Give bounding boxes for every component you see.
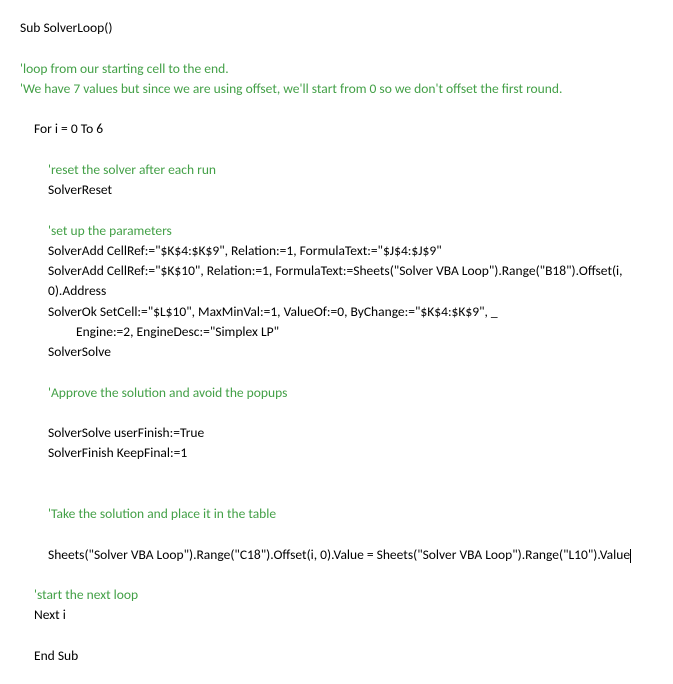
code-statement: Sheets("Solver VBA Loop").Range("C18").O… xyxy=(20,545,653,565)
code-statement: SolverOk SetCell:="$L$10", MaxMinVal:=1,… xyxy=(20,302,653,322)
blank-line xyxy=(20,38,653,58)
code-statement: SolverAdd CellRef:="$K$4:$K$9", Relation… xyxy=(20,241,653,261)
blank-line xyxy=(20,140,653,160)
blank-line xyxy=(20,626,653,646)
code-comment: 'We have 7 values but since we are using… xyxy=(20,79,653,99)
code-statement: SolverReset xyxy=(20,180,653,200)
code-statement: Sub SolverLoop() xyxy=(20,18,653,38)
blank-line xyxy=(20,484,653,504)
code-comment: 'set up the parameters xyxy=(20,221,653,241)
code-statement: For i = 0 To 6 xyxy=(20,119,653,139)
code-statement: SolverFinish KeepFinal:=1 xyxy=(20,443,653,463)
blank-line xyxy=(20,524,653,544)
code-statement: Next i xyxy=(20,605,653,625)
blank-line xyxy=(20,99,653,119)
code-comment: 'Approve the solution and avoid the popu… xyxy=(20,383,653,403)
vba-code-block: Sub SolverLoop() 'loop from our starting … xyxy=(20,18,653,666)
code-statement: SolverSolve userFinish:=True xyxy=(20,423,653,443)
code-comment: 'Take the solution and place it in the t… xyxy=(20,504,653,524)
blank-line xyxy=(20,403,653,423)
code-statement: End Sub xyxy=(20,646,653,666)
code-comment: 'loop from our starting cell to the end. xyxy=(20,59,653,79)
code-comment: 'reset the solver after each run xyxy=(20,160,653,180)
code-statement: SolverAdd CellRef:="$K$10", Relation:=1,… xyxy=(20,261,653,302)
text-cursor xyxy=(630,549,631,563)
blank-line xyxy=(20,464,653,484)
code-statement: Engine:=2, EngineDesc:="Simplex LP" xyxy=(20,322,653,342)
code-comment: 'start the next loop xyxy=(20,585,653,605)
blank-line xyxy=(20,565,653,585)
code-statement: SolverSolve xyxy=(20,342,653,362)
blank-line xyxy=(20,362,653,382)
blank-line xyxy=(20,200,653,220)
